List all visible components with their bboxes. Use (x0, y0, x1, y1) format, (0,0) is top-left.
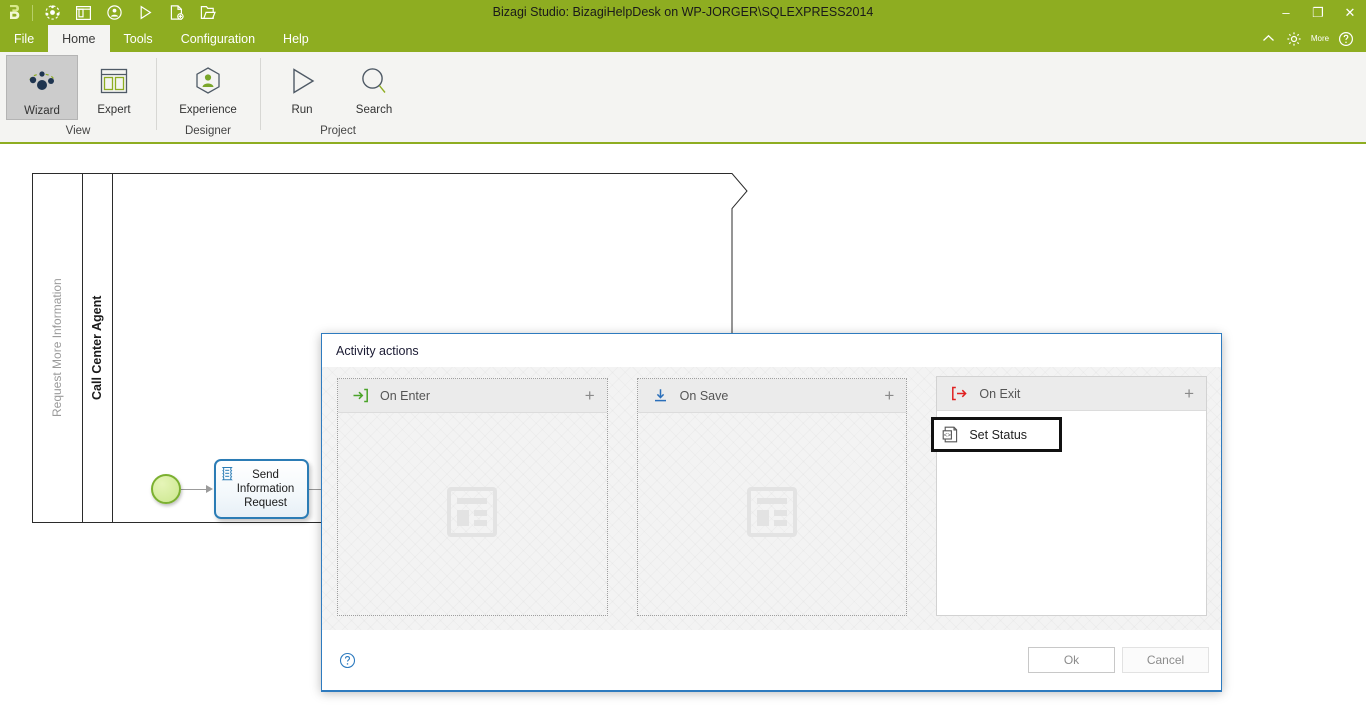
experience-person-icon (189, 61, 227, 101)
activity-actions-dialog: Activity actions On Enter + On Save + On… (321, 333, 1222, 691)
menu-bar-right-icons: More (1256, 25, 1366, 52)
ribbon-group-designer: Experience Designer (156, 52, 260, 142)
lane-title-divider (112, 173, 113, 523)
expression-document-icon: <> (942, 425, 960, 444)
minimize-button[interactable]: – (1270, 0, 1302, 25)
run-triangle-icon (283, 61, 321, 101)
ok-button[interactable]: Ok (1028, 647, 1115, 673)
dialog-footer: Ok Cancel (322, 630, 1221, 690)
column-label: On Exit (979, 386, 1021, 401)
search-icon (355, 61, 393, 101)
run-icon[interactable] (132, 2, 158, 24)
add-action-button-on-exit[interactable]: + (1184, 385, 1194, 402)
task-label: Send Information Request (236, 469, 295, 509)
dialog-buttons: Ok Cancel (1028, 647, 1209, 673)
restore-button[interactable]: ❐ (1302, 0, 1334, 25)
column-on-save[interactable]: On Save + (636, 378, 908, 616)
bizagi-logo-icon (0, 0, 30, 25)
wizard-dots-icon (22, 62, 62, 102)
expert-panels-icon (95, 61, 133, 101)
column-on-exit[interactable]: On Exit + <> Set Status (931, 376, 1208, 616)
column-header-on-exit: On Exit + (937, 377, 1207, 411)
ribbon-button-label: Experience (179, 104, 237, 116)
start-event[interactable] (151, 474, 181, 504)
ribbon: Wizard Expert View Experience Designer R… (0, 52, 1366, 144)
svg-text:<>: <> (944, 432, 952, 439)
ribbon-group-label: Project (320, 125, 356, 137)
form-layout-placeholder-icon (745, 485, 799, 544)
column-header-on-enter: On Enter + (338, 379, 607, 413)
window-controls: – ❐ ✕ (1270, 0, 1366, 25)
column-body-on-enter[interactable] (338, 413, 607, 615)
menu-item-help[interactable]: Help (269, 25, 323, 52)
column-label: On Save (679, 388, 729, 403)
column-label: On Enter (380, 388, 431, 403)
gear-icon[interactable] (1282, 27, 1306, 51)
ribbon-group-project: Run Search Project (260, 52, 416, 142)
column-header-on-save: On Save + (637, 379, 907, 413)
ribbon-button-label: Search (355, 104, 393, 116)
quick-access-separator (32, 4, 33, 21)
lane-label: Call Center Agent (90, 295, 104, 401)
ribbon-button-label: Wizard (24, 105, 60, 117)
ribbon-button-run[interactable]: Run (266, 55, 338, 118)
quick-access-toolbar (39, 2, 220, 24)
menu-item-tools[interactable]: Tools (110, 25, 167, 52)
application-window: Bizagi Studio: BizagiHelpDesk on WP-JORG… (0, 0, 1366, 728)
menu-item-configuration[interactable]: Configuration (167, 25, 269, 52)
action-item-label: Set Status (969, 427, 1028, 442)
form-layout-placeholder-icon (445, 485, 499, 544)
arrow-out-of-bracket-icon (951, 386, 971, 401)
cancel-button[interactable]: Cancel (1122, 647, 1209, 673)
ribbon-group-label: Designer (184, 125, 232, 137)
process-central-icon[interactable] (39, 2, 65, 24)
column-on-enter[interactable]: On Enter + (337, 378, 608, 616)
ribbon-button-expert[interactable]: Expert (78, 55, 150, 118)
connector-arrowhead (206, 485, 213, 493)
pool-label: Request More Information (50, 278, 64, 418)
open-folder-icon[interactable] (194, 2, 220, 24)
arrow-into-bracket-icon (352, 388, 372, 403)
user-download-icon[interactable] (101, 2, 127, 24)
column-body-on-save[interactable] (638, 413, 907, 615)
dialog-body: On Enter + On Save + On Exit + <> Set St… (322, 367, 1221, 630)
title-bar: Bizagi Studio: BizagiHelpDesk on WP-JORG… (0, 0, 1366, 25)
ribbon-group-view: Wizard Expert View (0, 52, 156, 142)
menu-item-file[interactable]: File (0, 25, 48, 52)
close-button[interactable]: ✕ (1334, 0, 1366, 25)
ribbon-button-wizard[interactable]: Wizard (6, 55, 78, 120)
collapse-ribbon-icon[interactable] (1256, 27, 1280, 51)
ribbon-button-label: Expert (97, 104, 131, 116)
window-layout-icon[interactable] (70, 2, 96, 24)
task-send-information-request[interactable]: Send Information Request (214, 459, 309, 519)
chevron-down-icon[interactable]: More (1308, 27, 1332, 51)
menu-bar: File Home Tools Configuration Help More (0, 25, 1366, 52)
save-download-icon (652, 388, 672, 403)
dialog-title: Activity actions (322, 334, 1221, 367)
help-circle-icon[interactable] (339, 650, 359, 670)
action-item-set-status[interactable]: <> Set Status (931, 417, 1063, 452)
add-action-button-on-save[interactable]: + (884, 387, 894, 404)
connector-start-to-task (181, 489, 208, 490)
ribbon-button-experience[interactable]: Experience (162, 55, 254, 118)
ribbon-button-label: Run (291, 104, 313, 116)
dialog-accent-rule (321, 690, 1222, 692)
menu-item-home[interactable]: Home (48, 25, 110, 52)
new-document-icon[interactable] (163, 2, 189, 24)
script-task-icon (221, 466, 234, 487)
add-action-button-on-enter[interactable]: + (585, 387, 595, 404)
help-circle-icon[interactable] (1334, 27, 1358, 51)
ribbon-group-label: View (65, 125, 91, 137)
ribbon-button-search[interactable]: Search (338, 55, 410, 118)
column-body-on-exit[interactable]: <> Set Status (931, 411, 1207, 615)
